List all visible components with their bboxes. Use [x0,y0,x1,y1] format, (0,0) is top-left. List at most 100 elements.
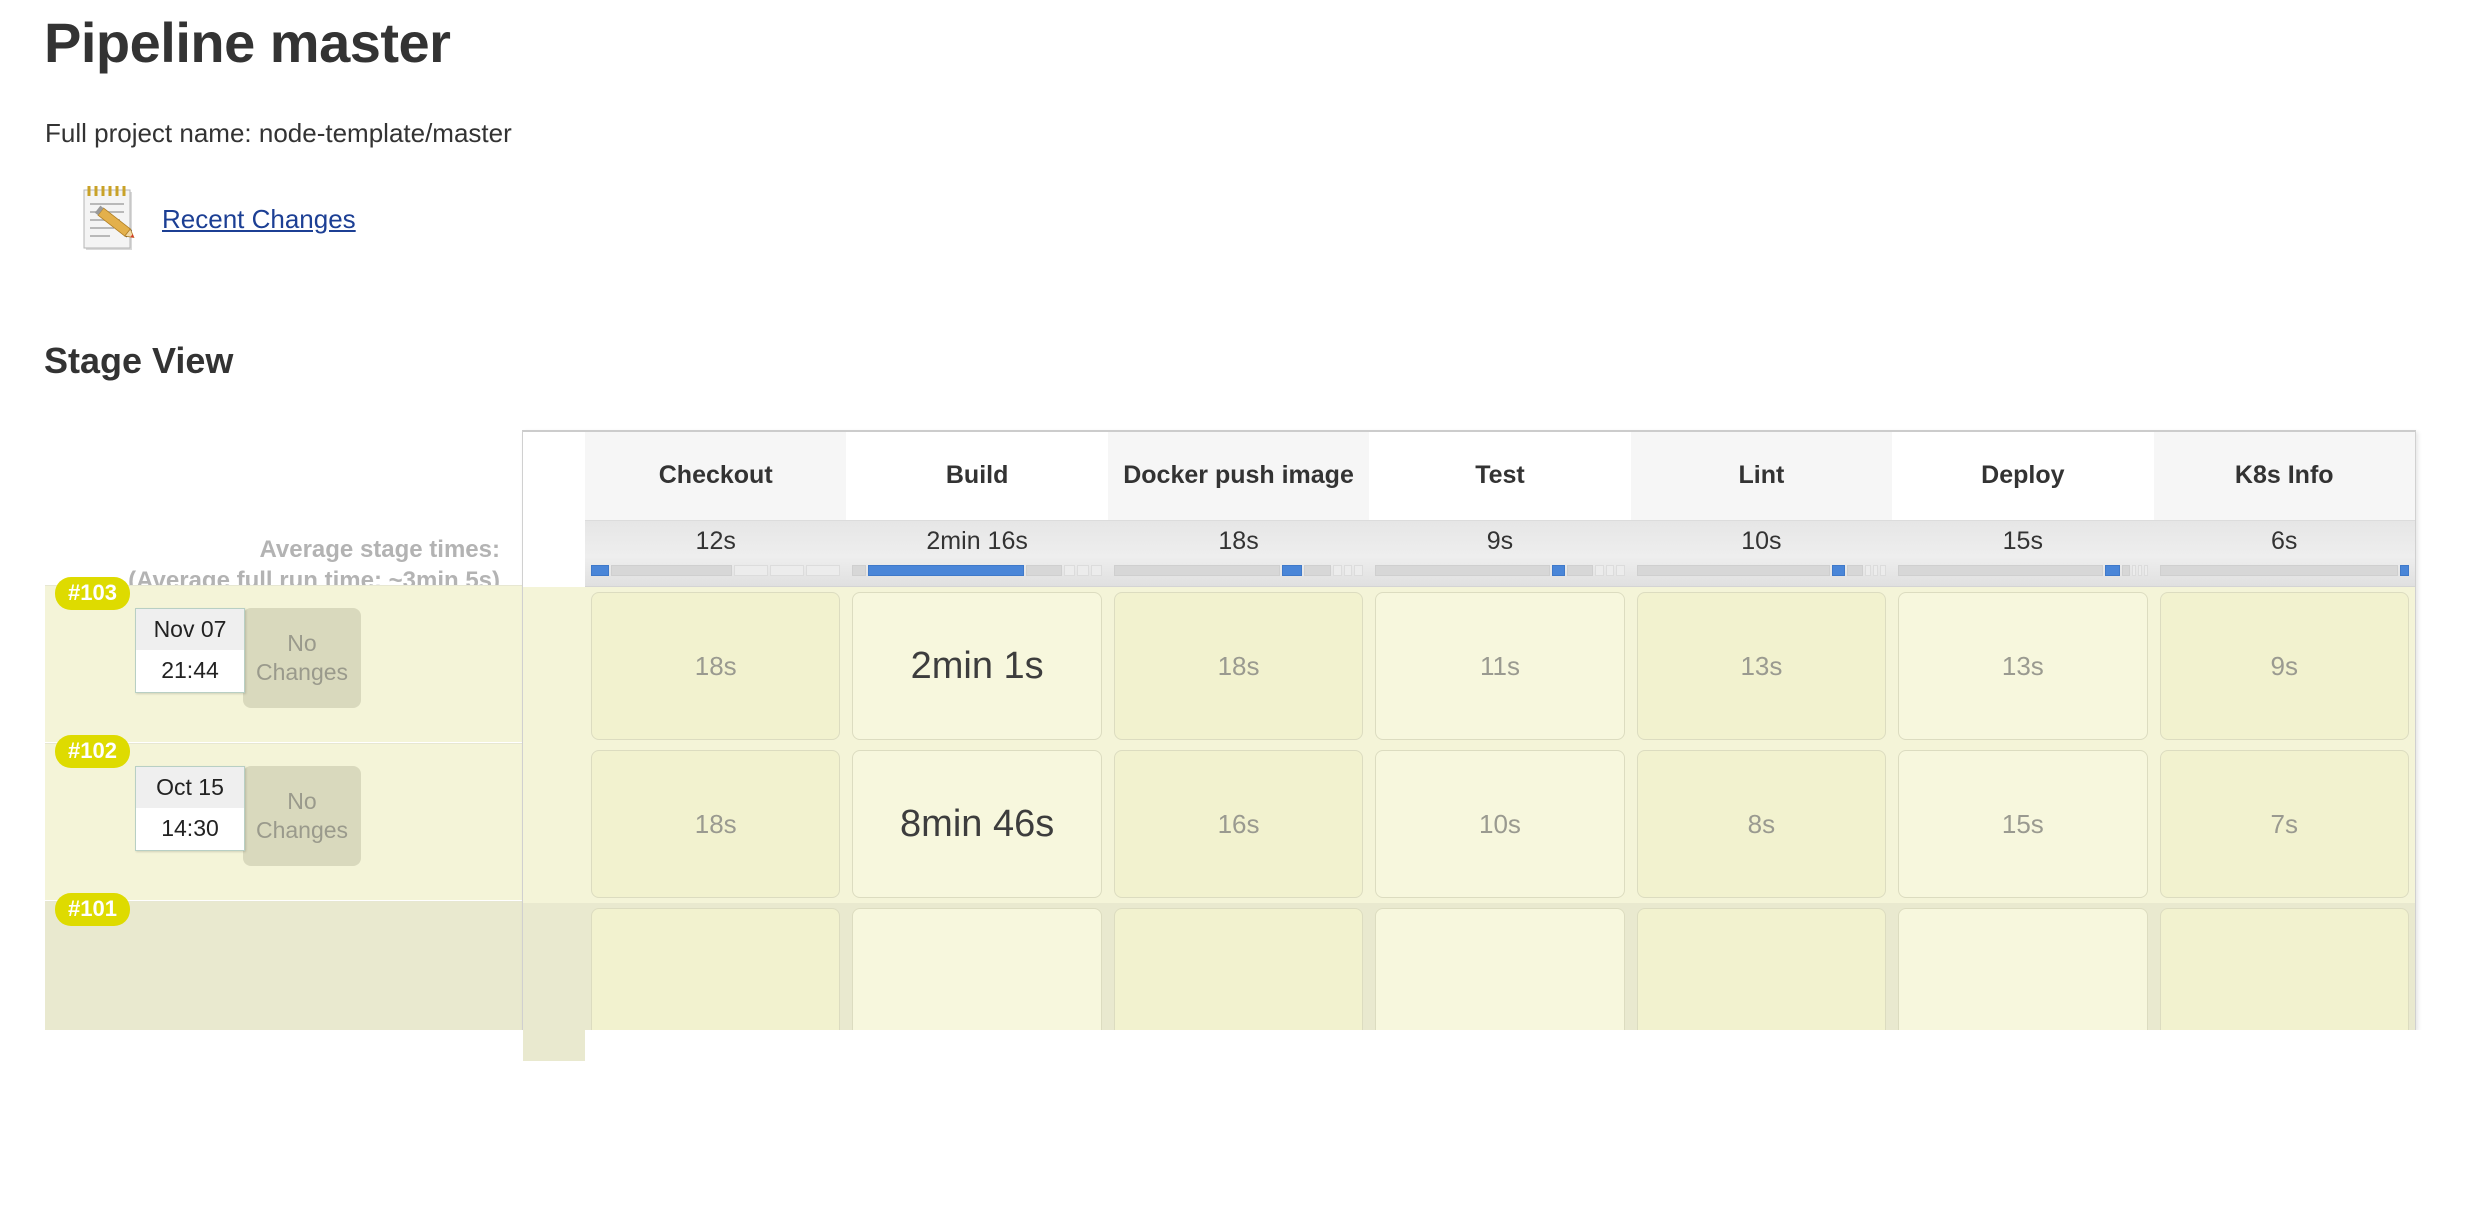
timeline-track-segment [2138,565,2142,576]
build-meta-row[interactable]: #103 Nov 07 21:44 No Changes [45,577,522,743]
recent-changes-row: Recent Changes [80,182,356,256]
timeline-track-segment [1343,565,1353,576]
stage-header-docker-push-image[interactable]: Docker push image [1108,432,1369,520]
stage-duration-cell[interactable]: 16s [1113,750,1364,898]
stage-average-cell: 18s [1107,520,1370,587]
stage-average-cell: 10s [1630,520,1893,587]
timeline-fill-segment [867,565,1025,576]
stage-duration-cell[interactable]: 8min 46s [852,750,1102,898]
stage-duration-cell[interactable]: 7s [2159,750,2409,898]
build-number-badge[interactable]: #102 [55,735,130,768]
stage-average-time: 10s [1741,527,1782,555]
stage-table: Checkout 12s Build 2min 16s Docker push imag… [522,430,2416,1061]
stage-average-time: 9s [1486,527,1514,555]
timeline-track-segment [1880,565,1887,576]
stage-cell-slot: 18s [585,745,846,903]
build-changes-summary[interactable]: No Changes [243,766,361,866]
timeline-track-segment [1864,565,1871,576]
timeline-track-segment [1595,565,1604,576]
stage-average-time: 18s [1218,527,1259,555]
stage-average-time: 6s [2271,527,2298,555]
stage-cell-slot: 11s [1369,587,1630,745]
stage-cells-row: 18s 8min 46s 16s 10s 8s 15s 7s [585,745,2415,903]
stage-timeline-bar [2159,565,2409,576]
stage-duration-cell[interactable]: 15s [1898,750,2148,898]
timeline-track-segment [1026,565,1063,576]
stage-timeline-bar [1636,565,1887,576]
stage-cell-slot: 8s [1631,745,1892,903]
timeline-track-segment [806,565,841,576]
gutter-row [523,587,585,745]
build-timestamp[interactable]: Nov 07 21:44 [135,608,245,693]
timeline-track-segment [1605,565,1615,576]
stage-header-test[interactable]: Test [1369,432,1630,520]
stage-view: Average stage times: (Average full run t… [0,430,2468,1061]
build-number-badge[interactable]: #101 [55,893,130,926]
stage-cell-slot: 13s [1892,587,2153,745]
build-time: 14:30 [136,808,244,850]
timeline-track-segment [1872,565,1879,576]
timeline-fill-segment [1281,565,1302,576]
stage-average-cell: 2min 16s [846,520,1108,587]
timeline-fill-segment [591,565,610,576]
stage-duration-cell[interactable]: 9s [2159,592,2409,740]
timeline-track-segment [1090,565,1102,576]
build-changes-summary[interactable]: No Changes [243,608,361,708]
stage-duration-cell[interactable]: 13s [1636,592,1887,740]
stage-duration-cell[interactable]: 10s [1375,750,1625,898]
notepad-pencil-icon [80,182,146,256]
gutter-row [523,745,585,903]
stage-average-cell: 6s [2153,520,2415,587]
stage-cell-slot: 8min 46s [846,745,1107,903]
build-meta-column: Average stage times: (Average full run t… [0,430,522,1059]
stage-duration-cell[interactable]: 18s [1113,592,1364,740]
timeline-track-segment [1375,565,1551,576]
timeline-track-segment [2159,565,2398,576]
stage-timeline-bar [1113,565,1364,576]
build-time: 21:44 [136,650,244,692]
stage-average-time: 15s [2002,527,2043,555]
stage-cell-slot: 7s [2154,745,2415,903]
stage-header-deploy[interactable]: Deploy [1892,432,2153,520]
bottom-clip-mask [0,1030,2468,1230]
timeline-track-segment [2143,565,2148,576]
build-meta-row[interactable]: #102 Oct 15 14:30 No Changes [45,735,522,901]
stage-average-cell: 15s [1892,520,2154,587]
average-caption-line1: Average stage times: [259,536,500,563]
stage-cell-slot: 16s [1108,745,1369,903]
stage-duration-cell[interactable]: 18s [591,750,841,898]
stage-timeline-bar [1375,565,1625,576]
stage-header-k8s-info[interactable]: K8s Info [2154,432,2415,520]
page-title: Pipeline master [44,11,451,74]
timeline-track-segment [1113,565,1280,576]
stage-duration-cell[interactable]: 8s [1636,750,1887,898]
stage-duration-cell[interactable]: 13s [1898,592,2148,740]
stage-header-checkout[interactable]: Checkout [585,432,846,520]
stage-average-cell: 12s [585,520,847,587]
stage-duration-cell[interactable]: 2min 1s [852,592,1102,740]
stage-view-heading: Stage View [44,340,234,381]
timeline-fill-segment [2104,565,2121,576]
gutter-row [523,903,585,1061]
stage-header-build[interactable]: Build [846,432,1107,520]
build-date: Nov 07 [136,609,244,650]
stage-cell-slot: 9s [2154,587,2415,745]
timeline-track-segment [2132,565,2137,576]
stage-cell-slot: 13s [1631,587,1892,745]
stage-duration-cell[interactable]: 11s [1375,592,1625,740]
timeline-track-segment [2122,565,2131,576]
stage-cell-slot: 15s [1892,745,2153,903]
timeline-track-segment [1354,565,1364,576]
stage-duration-cell[interactable]: 18s [591,592,841,740]
stage-cell-slot: 18s [585,587,846,745]
stage-average-cell: 9s [1369,520,1631,587]
recent-changes-link[interactable]: Recent Changes [162,204,356,235]
timeline-track-segment [1847,565,1863,576]
stage-header-lint[interactable]: Lint [1631,432,1892,520]
timeline-fill-segment [1552,565,1566,576]
timeline-track-segment [1332,565,1342,576]
build-number-badge[interactable]: #103 [55,577,130,610]
timeline-fill-segment [1831,565,1846,576]
build-timestamp[interactable]: Oct 15 14:30 [135,766,245,851]
stage-timeline-bar [852,565,1102,576]
